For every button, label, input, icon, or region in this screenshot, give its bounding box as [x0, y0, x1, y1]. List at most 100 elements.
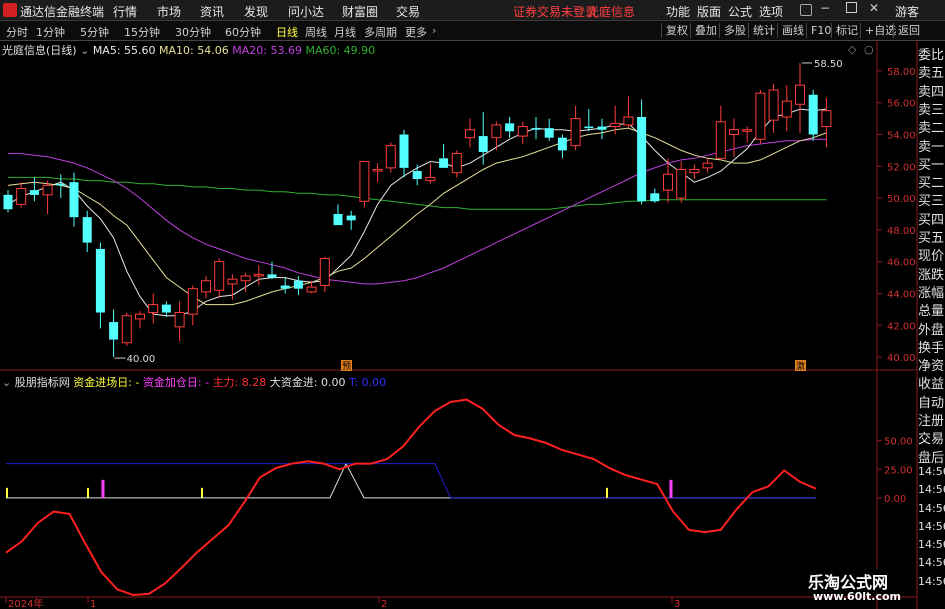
indicator-name[interactable]: 股朋指标网 — [15, 376, 70, 389]
btn-back[interactable]: 返回 — [893, 23, 924, 38]
ma20-label: MA20: 53.69 — [232, 44, 302, 57]
btn-huaxian[interactable]: 画线 — [777, 23, 808, 38]
sidebar-item[interactable]: 14:56 — [918, 483, 945, 496]
sidebar-item[interactable]: 盘后 — [918, 447, 945, 466]
tf-30min[interactable]: 30分钟 — [175, 24, 211, 40]
message-icon[interactable] — [800, 4, 812, 16]
sidebar-item[interactable]: 外盘 — [918, 319, 945, 338]
candle — [821, 97, 832, 148]
sidebar-item[interactable]: 涨幅 — [918, 282, 945, 301]
sidebar-item[interactable]: 交易 — [918, 428, 945, 447]
menu-gongneng[interactable]: 功能 — [666, 3, 690, 20]
sidebar-item[interactable]: 净资 — [918, 355, 945, 374]
candle-body — [16, 188, 27, 205]
candle — [650, 188, 660, 203]
menu-jiaoyi[interactable]: 交易 — [396, 3, 420, 20]
sidebar-item[interactable]: 14:56 — [918, 556, 945, 569]
menu-caifuquan[interactable]: 财富圈 — [342, 3, 378, 20]
sidebar-item[interactable]: 收益 — [918, 373, 945, 392]
chart-annotations: 58.50 40.00 预 激 — [114, 59, 843, 372]
sidebar-item[interactable]: 自动 — [918, 392, 945, 411]
btn-duogu[interactable]: 多股 — [719, 23, 750, 38]
sidebar-item[interactable]: 买三 — [918, 190, 945, 209]
tf-60min[interactable]: 60分钟 — [225, 24, 261, 40]
sidebar-item[interactable]: 卖二 — [918, 117, 945, 136]
candle — [768, 83, 779, 133]
diamond-icon[interactable]: ◇ — [848, 43, 856, 56]
sidebar-item[interactable]: 卖四 — [918, 81, 945, 100]
candle-body — [3, 194, 13, 210]
close-icon[interactable]: ✕ — [869, 1, 879, 15]
sidebar-item[interactable]: 注册 — [918, 410, 945, 429]
candle — [187, 285, 198, 326]
menu-shichang[interactable]: 市场 — [157, 3, 181, 20]
tf-fenshi[interactable]: 分时 — [6, 24, 28, 40]
sidebar-item[interactable]: 卖三 — [918, 99, 945, 118]
btn-biaoji[interactable]: 标记 — [831, 23, 862, 38]
menu-zixun[interactable]: 资讯 — [200, 3, 224, 20]
tf-5min[interactable]: 5分钟 — [80, 24, 109, 40]
candle — [3, 190, 13, 213]
tf-multi[interactable]: 多周期 — [364, 24, 397, 40]
login-notice[interactable]: 证券交易未登录 — [513, 3, 597, 20]
candle-body — [505, 123, 515, 132]
tf-daily[interactable]: 日线 — [276, 24, 298, 40]
header-stock-name: 光庭信息 — [587, 5, 636, 19]
settings-icon[interactable]: ○ — [864, 43, 874, 56]
kline-chart[interactable]: 58.00 56.00 54.00 52.00 50.00 48.00 46.00 44.00… — [0, 40, 945, 609]
guest-user[interactable]: 游客 — [895, 3, 919, 20]
sidebar-item[interactable]: 14:56 — [918, 520, 945, 533]
candle-body — [306, 286, 317, 293]
tf-15min[interactable]: 15分钟 — [124, 24, 160, 40]
candle — [491, 121, 502, 151]
indicator-dropdown-icon[interactable]: ⌄ — [2, 376, 11, 389]
sidebar-item[interactable]: 涨跌 — [918, 264, 945, 283]
sidebar-item[interactable]: 买二 — [918, 172, 945, 191]
tf-monthly[interactable]: 月线 — [334, 24, 356, 40]
btn-fuquan[interactable]: 复权 — [661, 23, 692, 38]
sidebar-item[interactable]: 总量 — [918, 300, 945, 319]
dropdown-icon[interactable]: ⌄ — [80, 44, 89, 57]
restore-icon[interactable] — [846, 2, 857, 13]
sidebar-item[interactable]: 买一 — [918, 154, 945, 173]
tf-weekly[interactable]: 周线 — [305, 24, 327, 40]
sidebar-item[interactable]: 买四 — [918, 209, 945, 228]
sidebar-item[interactable]: 14:56 — [918, 538, 945, 551]
tf-1min[interactable]: 1分钟 — [36, 24, 65, 40]
tf-more[interactable]: 更多 — [405, 24, 427, 40]
candle — [531, 117, 541, 140]
menu-banmian[interactable]: 版面 — [697, 3, 721, 20]
menu-faxian[interactable]: 发现 — [244, 3, 268, 20]
candle — [465, 118, 475, 148]
minimize-icon[interactable]: − — [820, 1, 830, 15]
candle — [715, 105, 726, 160]
sidebar-item[interactable]: 委比 — [918, 44, 945, 63]
candle — [623, 96, 634, 129]
menu-xuanxiang[interactable]: 选项 — [759, 3, 783, 20]
candle — [451, 150, 462, 178]
sidebar-item[interactable]: 14:56 — [918, 502, 945, 515]
candlesticks — [3, 62, 832, 358]
indicator-t: T: 0.00 — [348, 376, 387, 389]
menu-wenxiaoda[interactable]: 问小达 — [288, 3, 324, 20]
chevron-right-icon[interactable]: › — [432, 24, 436, 37]
candle-body — [333, 213, 343, 226]
candle-body — [240, 275, 251, 282]
sidebar-item[interactable]: 14:56 — [918, 575, 945, 588]
sidebar-item[interactable]: 买五 — [918, 227, 945, 246]
btn-tongji[interactable]: 统计 — [748, 23, 779, 38]
menu-hangqing[interactable]: 行情 — [113, 3, 137, 20]
candle-body — [346, 215, 356, 221]
candle-body — [56, 183, 66, 186]
price-label: 48.00 — [887, 226, 916, 237]
menu-gongshi[interactable]: 公式 — [728, 3, 752, 20]
btn-diejia[interactable]: 叠加 — [690, 23, 721, 38]
candle-body — [465, 129, 475, 139]
indicator-panel — [5, 398, 817, 597]
sidebar-item[interactable]: 卖五 — [918, 62, 945, 81]
candle-body — [280, 285, 290, 289]
sidebar-item[interactable]: 现价 — [918, 245, 945, 264]
sidebar-item[interactable]: 卖一 — [918, 136, 945, 155]
sidebar-item[interactable]: 14:56 — [918, 465, 945, 478]
sidebar-item[interactable]: 换手 — [918, 337, 945, 356]
